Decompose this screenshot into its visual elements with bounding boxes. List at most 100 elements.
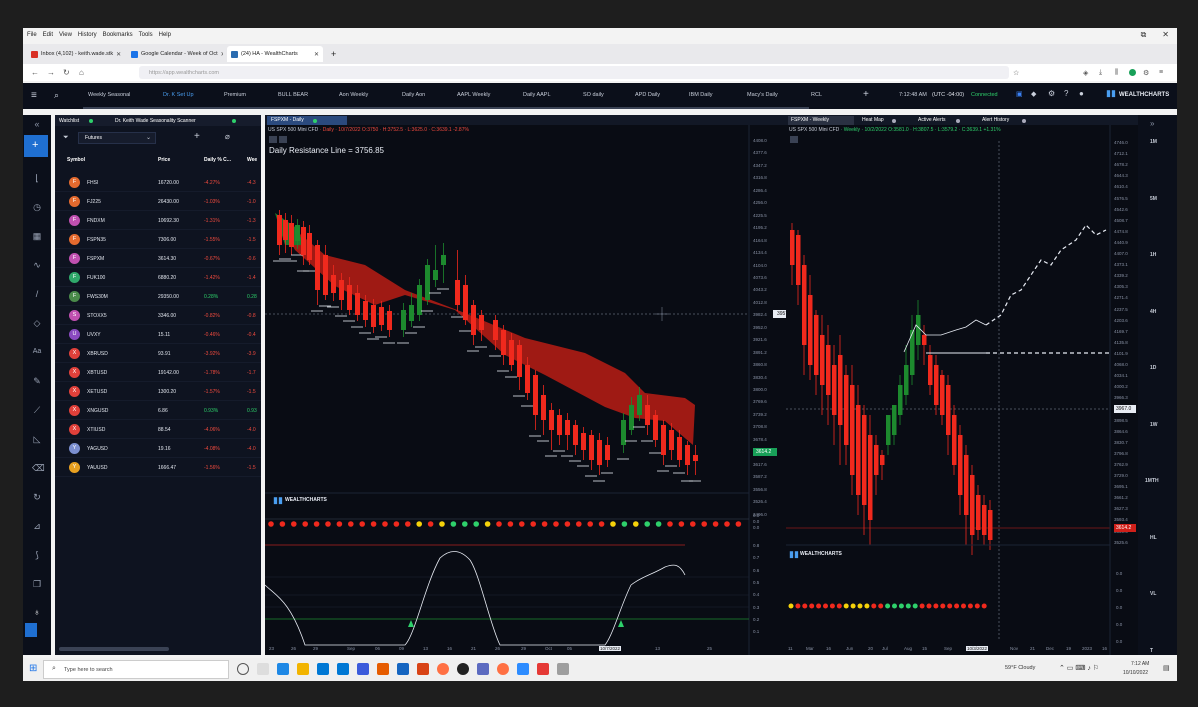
- notification-center-icon[interactable]: ▤: [1163, 664, 1170, 672]
- tab-close-icon[interactable]: ✕: [221, 51, 223, 58]
- close-window-icon[interactable]: ✕: [1162, 30, 1169, 40]
- user-icon[interactable]: ●: [1079, 89, 1084, 98]
- weather-text[interactable]: 59°F Cloudy: [1005, 665, 1035, 671]
- table-row[interactable]: X XBTUSD 19142.00 -1.78% -1.7: [55, 363, 261, 382]
- firefox-icon[interactable]: [437, 663, 449, 675]
- app-icon-3[interactable]: [557, 663, 569, 675]
- timeframe-vl[interactable]: VL: [1150, 591, 1156, 597]
- text-tool-icon[interactable]: Aa: [32, 347, 42, 357]
- timeframe-hl[interactable]: HL: [1150, 535, 1157, 541]
- search-icon[interactable]: ⌕: [54, 90, 59, 101]
- file-explorer-icon[interactable]: [297, 663, 309, 675]
- header-daily-change[interactable]: Daily % C...: [204, 157, 231, 163]
- add-tool-button[interactable]: +: [24, 135, 48, 157]
- forward-icon[interactable]: →: [47, 68, 55, 77]
- timeframe-1d[interactable]: 1D: [1150, 365, 1156, 371]
- workspace-scrollbar[interactable]: [83, 107, 809, 109]
- watchlist-tab[interactable]: Watchlist: [59, 118, 79, 124]
- table-row[interactable]: X XNGUSD 6.86 0.93% 0.93: [55, 401, 261, 420]
- workspace-tab[interactable]: Macy's Daily: [747, 92, 778, 98]
- menu-edit[interactable]: Edit: [43, 32, 53, 38]
- table-row[interactable]: U UVXY 15.11 -0.46% -0.4: [55, 325, 261, 344]
- add-workspace-icon[interactable]: +: [863, 89, 869, 100]
- indicator-icon[interactable]: ⊿: [32, 521, 42, 531]
- tab-close-icon[interactable]: ✕: [314, 51, 319, 58]
- library-icon[interactable]: ⫼: [1115, 69, 1118, 77]
- workspace-tab[interactable]: Weekly Seasonal: [88, 92, 130, 98]
- task-view-icon[interactable]: [257, 663, 269, 675]
- collapse-right-icon[interactable]: »: [1150, 119, 1154, 128]
- office-icon[interactable]: [417, 663, 429, 675]
- header-price[interactable]: Price: [158, 157, 170, 163]
- chart-type-icon[interactable]: ⌊: [32, 173, 42, 183]
- table-row[interactable]: X XTIUSD 88.54 -4.06% -4.0: [55, 420, 261, 439]
- menu-history[interactable]: History: [78, 32, 97, 38]
- help-icon[interactable]: ?: [1064, 89, 1068, 98]
- refresh-icon[interactable]: ↻: [32, 492, 42, 502]
- table-row[interactable]: F FSPN35 7306.00 -1.55% -1.5: [55, 230, 261, 249]
- lightbulb-icon[interactable]: ♁: [32, 607, 42, 617]
- trend-icon[interactable]: ∿: [32, 260, 42, 270]
- workspace-tab[interactable]: BULL BEAR: [278, 92, 308, 98]
- hamburger-icon[interactable]: ≡: [31, 90, 37, 101]
- menu-tools[interactable]: Tools: [139, 32, 153, 38]
- header-weekly-change[interactable]: Wee: [247, 157, 257, 163]
- workspace-tab[interactable]: IBM Daily: [689, 92, 713, 98]
- account-icon[interactable]: [1129, 69, 1136, 76]
- table-row[interactable]: Y YAGUSD 19.16 -4.08% -4.0: [55, 439, 261, 458]
- calendar-icon[interactable]: ▦: [32, 231, 42, 241]
- cortana-icon[interactable]: [237, 663, 249, 675]
- filter-icon[interactable]: ⏷: [63, 134, 69, 142]
- timezone-text[interactable]: (UTC -04:00): [932, 92, 964, 98]
- address-input[interactable]: https://app.wealthcharts.com: [139, 66, 1009, 79]
- browser-tab[interactable]: Google Calendar - Week of Oct✕: [127, 46, 223, 62]
- download-icon[interactable]: ⤓: [1099, 69, 1102, 77]
- table-row[interactable]: X XBRUSD 93.91 -3.92% -3.9: [55, 344, 261, 363]
- workspace-tab[interactable]: Dr. K Set Up: [163, 92, 194, 98]
- table-row[interactable]: X XETUSD 1300.20 -1.57% -1.5: [55, 382, 261, 401]
- store-icon[interactable]: [317, 663, 329, 675]
- add-symbol-icon[interactable]: +: [194, 131, 200, 142]
- measure-icon[interactable]: ◺: [32, 434, 42, 444]
- menu-view[interactable]: View: [59, 32, 72, 38]
- clock-icon[interactable]: ◷: [32, 202, 42, 212]
- restore-icon[interactable]: ⧉: [1141, 30, 1147, 40]
- timeframe-1m[interactable]: 1M: [1150, 139, 1157, 145]
- word-icon[interactable]: [397, 663, 409, 675]
- workspace-tab[interactable]: APD Daily: [635, 92, 660, 98]
- timeframe-t[interactable]: T: [1150, 648, 1153, 654]
- timeframe-1h[interactable]: 1H: [1150, 252, 1156, 258]
- table-row[interactable]: F FNDXM 10692.30 -1.31% -1.3: [55, 211, 261, 230]
- eraser-icon[interactable]: ⌀: [225, 132, 230, 141]
- shape-tool-icon[interactable]: ◇: [32, 318, 42, 328]
- bookmark-star-icon[interactable]: ☆: [1013, 69, 1019, 77]
- settings-icon[interactable]: ⚙: [1048, 89, 1055, 98]
- strategy-icon[interactable]: ⟆: [32, 550, 42, 560]
- active-tool-indicator[interactable]: [25, 623, 37, 637]
- workspace-tab[interactable]: Aon Weekly: [339, 92, 368, 98]
- pencil-icon[interactable]: ✎: [32, 376, 42, 386]
- table-row[interactable]: Y YAUUSD 1666.47 -1.56% -1.5: [55, 458, 261, 477]
- table-row[interactable]: F FSPXM 3614.30 -0.67% -0.6: [55, 249, 261, 268]
- workspace-tab[interactable]: Daily AAPL: [523, 92, 551, 98]
- notification-icon[interactable]: ◆: [1031, 90, 1036, 98]
- timeframe-1w[interactable]: 1W: [1150, 422, 1158, 428]
- tray-icons[interactable]: ⌃ ▭ ⌨ ♪ ⚐: [1059, 664, 1099, 672]
- back-icon[interactable]: ←: [31, 68, 39, 77]
- timeframe-4h[interactable]: 4H: [1150, 309, 1156, 315]
- header-symbol[interactable]: Symbol: [67, 157, 85, 163]
- pocket-icon[interactable]: ◈: [1083, 69, 1088, 77]
- zoom-icon[interactable]: [517, 663, 529, 675]
- app-icon-1[interactable]: [477, 663, 489, 675]
- scanner-tab[interactable]: Dr. Keith Wade Seasonality Scanner: [115, 118, 196, 124]
- home-icon[interactable]: ⌂: [79, 68, 84, 77]
- collapse-left-icon[interactable]: «: [32, 119, 42, 129]
- workspace-tab[interactable]: Daily Aon: [402, 92, 425, 98]
- workspace-tab[interactable]: AAPL Weekly: [457, 92, 490, 98]
- browser-tab[interactable]: (24) HA - WealthCharts ✕: [227, 46, 323, 62]
- timeframe-5m[interactable]: 5M: [1150, 196, 1157, 202]
- watchlist-dropdown[interactable]: Futures ⌄: [78, 132, 156, 144]
- workspace-tab[interactable]: RCL: [811, 92, 822, 98]
- tab-close-icon[interactable]: ✕: [116, 51, 121, 58]
- edge-icon[interactable]: [277, 663, 289, 675]
